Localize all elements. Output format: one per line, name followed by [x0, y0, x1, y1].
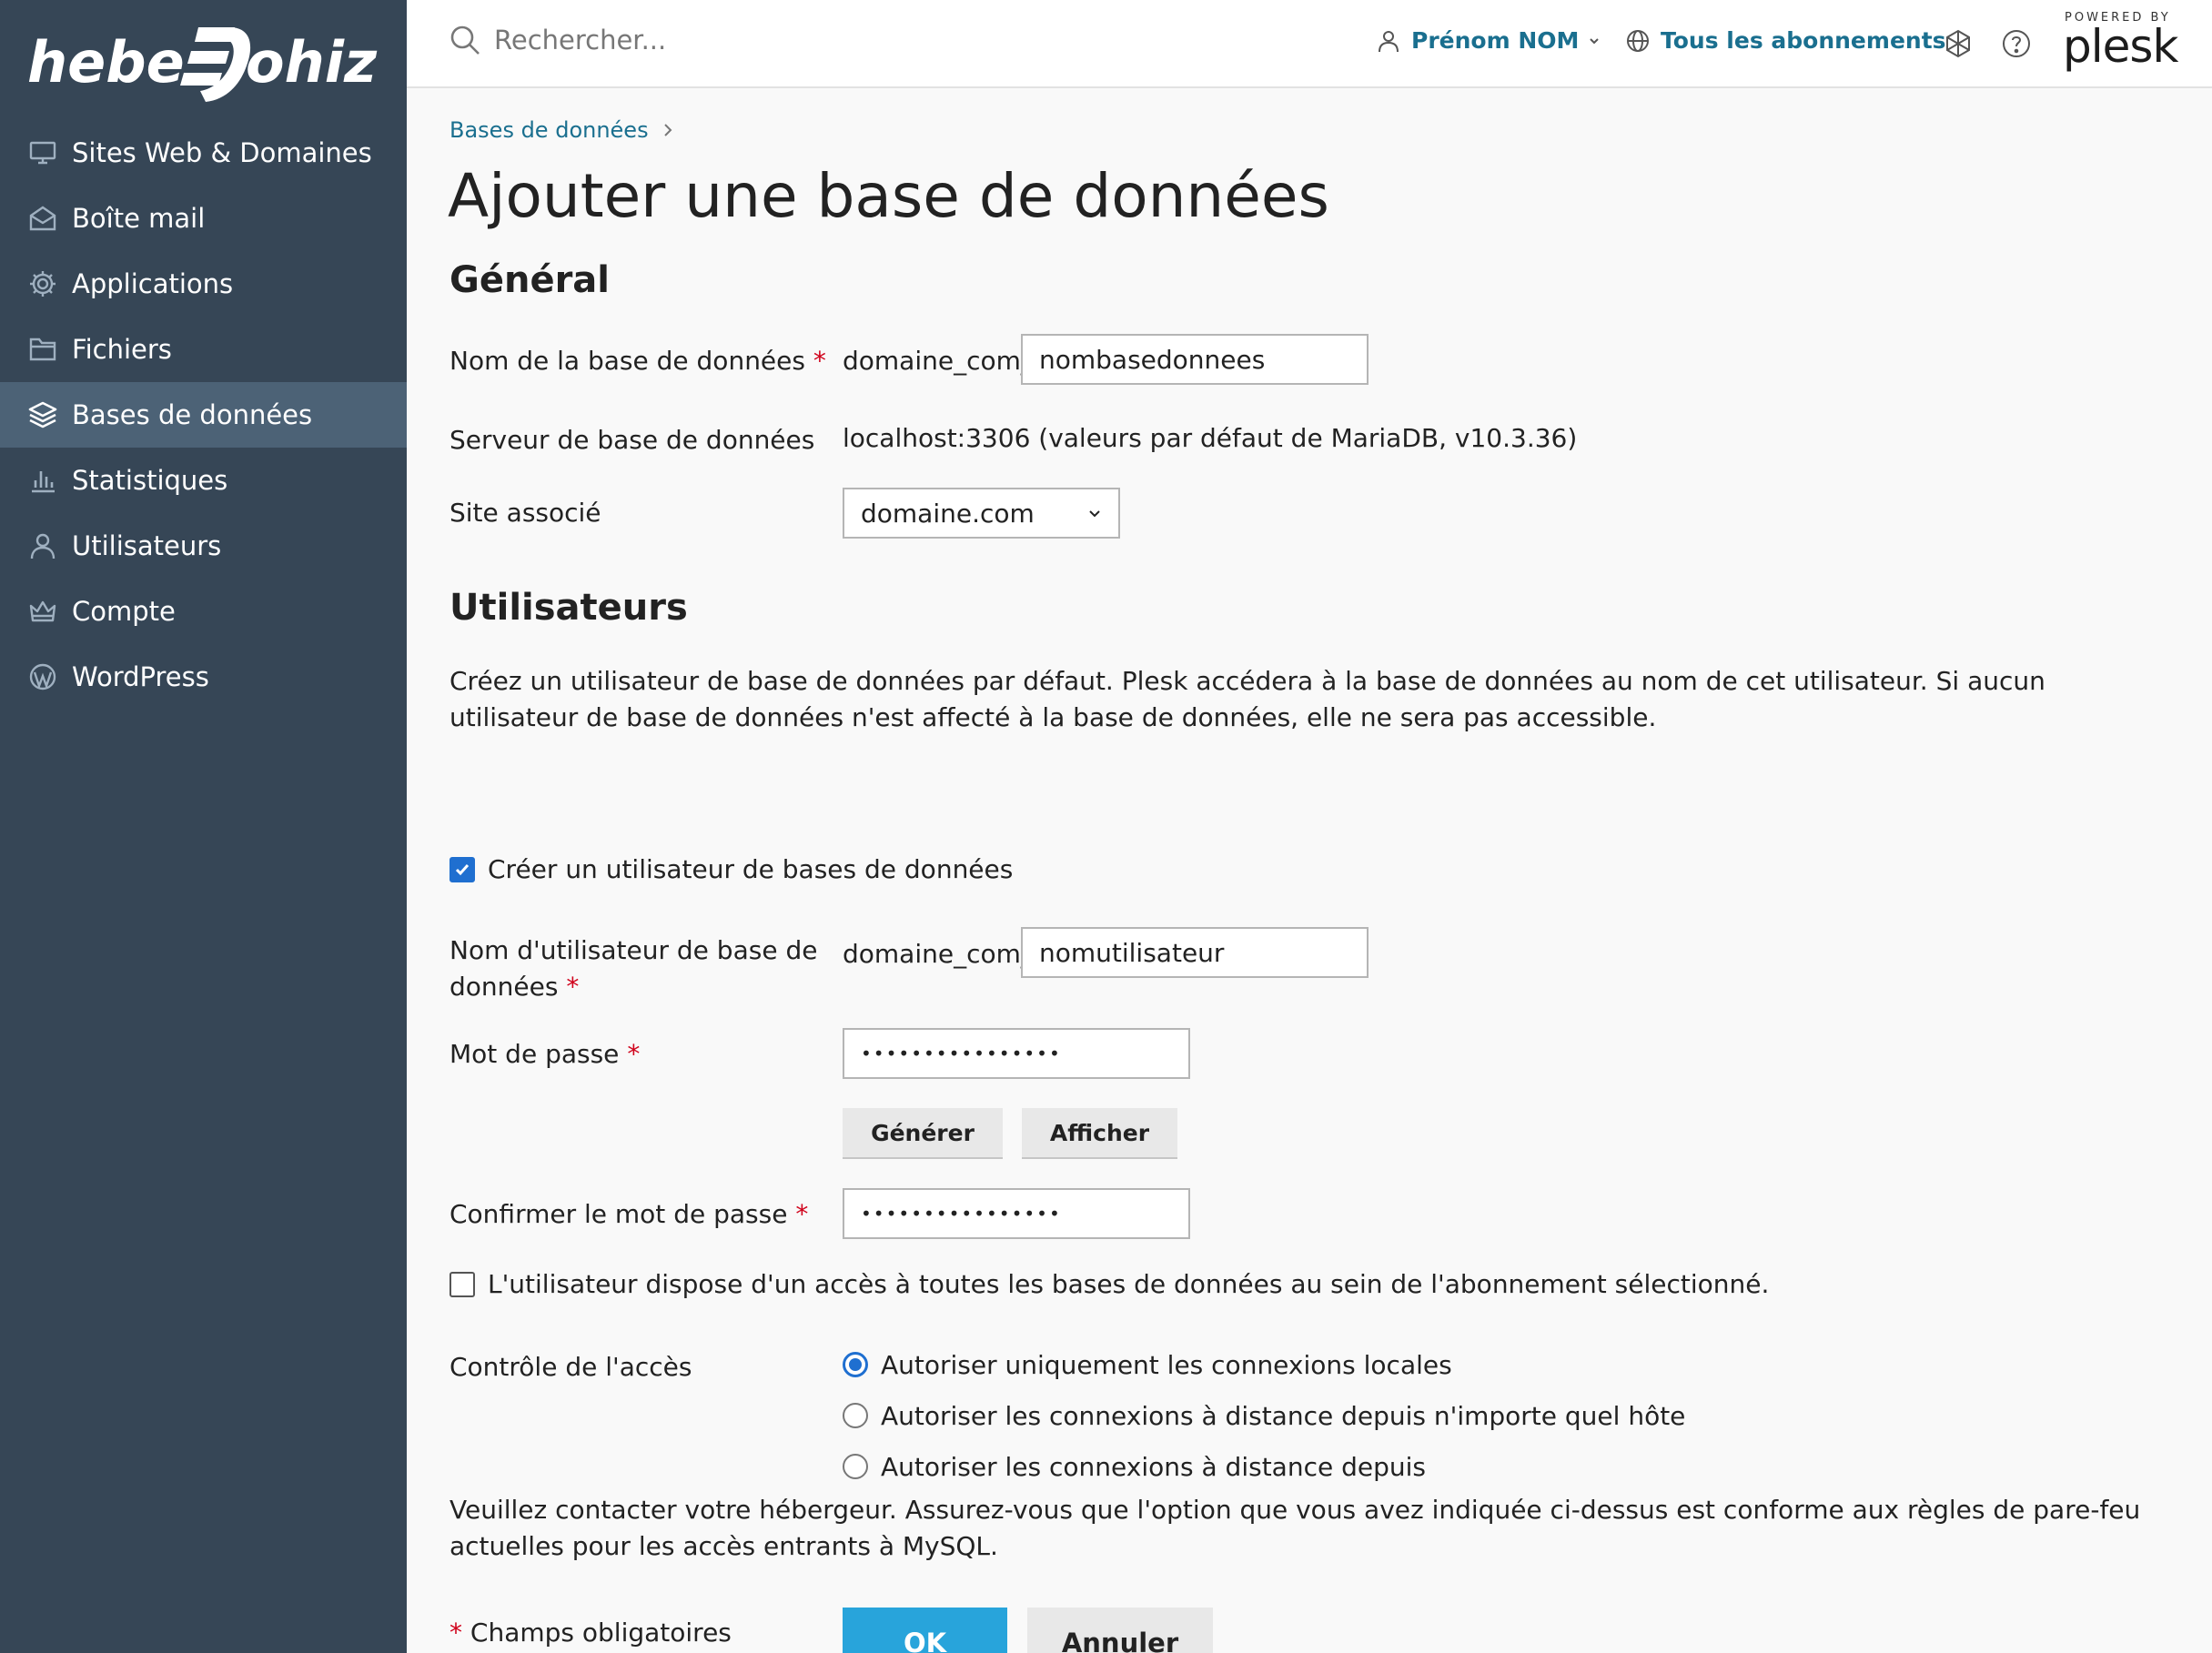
sidebar-item-fichiers[interactable]: Fichiers: [0, 317, 407, 382]
help-icon[interactable]: [2001, 28, 2032, 59]
create-user-label: Créer un utilisateur de bases de données: [488, 854, 1014, 884]
section-users-title: Utilisateurs: [449, 587, 688, 629]
globe-icon: [1627, 29, 1649, 52]
db-server-label: Serveur de base de données: [449, 425, 815, 455]
svg-text:hebe: hebe: [27, 29, 185, 96]
radio-button[interactable]: [843, 1403, 868, 1428]
users-description: Créez un utilisateur de base de données …: [449, 666, 2045, 732]
wordpress-icon: [27, 661, 58, 692]
extensions-icon[interactable]: [1943, 28, 1974, 59]
password-label: Mot de passe *: [449, 1039, 641, 1069]
checkbox-unchecked[interactable]: [449, 1271, 475, 1297]
sidebar-item-label: Compte: [72, 596, 176, 627]
plesk-brand[interactable]: POWERED BY plesk: [2063, 11, 2195, 75]
show-password-button[interactable]: Afficher: [1022, 1108, 1177, 1159]
sidebar-item-bases-de-donnees[interactable]: Bases de données: [0, 382, 407, 448]
user-icon: [1379, 30, 1399, 52]
radio-label: Autoriser les connexions à distance depu…: [881, 1400, 1686, 1431]
sidebar-item-label: Utilisateurs: [72, 530, 222, 561]
section-general-title: Général: [449, 259, 610, 301]
sidebar-nav: Sites Web & Domaines Boîte mail Applicat…: [0, 120, 407, 710]
site-select-value: domaine.com: [861, 498, 1035, 529]
sidebar-item-label: Bases de données: [72, 399, 313, 430]
mail-icon: [27, 203, 58, 234]
password-input[interactable]: [843, 1028, 1190, 1079]
chevron-down-icon: [1590, 37, 1600, 44]
radio-label: Autoriser les connexions à distance depu…: [881, 1451, 1426, 1482]
sidebar-item-applications[interactable]: Applications: [0, 251, 407, 317]
sidebar-item-label: WordPress: [72, 661, 209, 692]
db-username-prefix: domaine_com_: [843, 939, 1034, 969]
site-label: Site associé: [449, 498, 601, 528]
user-name: Prénom NOM: [1411, 27, 1580, 54]
bar-chart-icon: [27, 465, 58, 496]
sidebar-item-label: Boîte mail: [72, 203, 206, 234]
checkbox-checked[interactable]: [449, 856, 475, 882]
all-databases-access-label: L'utilisateur dispose d'un accès à toute…: [488, 1269, 1770, 1299]
search-input[interactable]: [494, 25, 1004, 55]
sidebar-item-label: Fichiers: [72, 334, 172, 365]
radio-remote-from[interactable]: Autoriser les connexions à distance depu…: [843, 1448, 1426, 1485]
sidebar-item-statistiques[interactable]: Statistiques: [0, 448, 407, 513]
subscriptions-menu[interactable]: Tous les abonnements: [1626, 27, 1946, 54]
chevron-right-icon: [663, 124, 672, 136]
layers-icon: [27, 399, 58, 430]
all-databases-access-checkbox[interactable]: L'utilisateur dispose d'un accès à toute…: [449, 1269, 1769, 1299]
gear-icon: [27, 268, 58, 299]
sidebar-item-label: Applications: [72, 268, 234, 299]
monitor-icon: [27, 137, 58, 168]
breadcrumb[interactable]: Bases de données: [449, 117, 674, 143]
sidebar-item-boite-mail[interactable]: Boîte mail: [0, 186, 407, 251]
svg-text:ohiz: ohiz: [246, 29, 378, 96]
sidebar-item-label: Statistiques: [72, 465, 228, 496]
hebergeur-logo[interactable]: hebe ohiz: [27, 18, 378, 105]
db-username-label: Nom d'utilisateur de base de données *: [449, 935, 818, 1002]
folder-icon: [27, 334, 58, 365]
top-header: Prénom NOM Tous les abonnements POWERED …: [407, 0, 2212, 88]
generate-button[interactable]: Générer: [843, 1108, 1003, 1159]
radio-label: Autoriser uniquement les connexions loca…: [881, 1349, 1452, 1380]
user-menu[interactable]: Prénom NOM: [1377, 27, 1611, 54]
sidebar-item-compte[interactable]: Compte: [0, 579, 407, 644]
page-title: Ajouter une base de données: [448, 161, 1329, 231]
sidebar-item-utilisateurs[interactable]: Utilisateurs: [0, 513, 407, 579]
confirm-password-label: Confirmer le mot de passe *: [449, 1199, 809, 1229]
radio-button-checked[interactable]: [843, 1352, 868, 1377]
sidebar-item-label: Sites Web & Domaines: [72, 137, 372, 168]
check-icon: [455, 863, 470, 875]
radio-local-only[interactable]: Autoriser uniquement les connexions loca…: [843, 1346, 1452, 1383]
db-username-input[interactable]: [1021, 927, 1369, 978]
subscriptions-label: Tous les abonnements: [1661, 27, 1946, 54]
db-name-prefix: domaine_com_: [843, 346, 1034, 376]
db-server-value: localhost:3306 (valeurs par défaut de Ma…: [843, 423, 1578, 453]
breadcrumb-link[interactable]: Bases de données: [449, 117, 649, 143]
crown-icon: [27, 596, 58, 627]
site-select[interactable]: domaine.com: [843, 488, 1120, 539]
db-name-label: Nom de la base de données *: [449, 346, 826, 376]
ok-button[interactable]: OK: [843, 1608, 1007, 1653]
search-box[interactable]: [449, 24, 1004, 56]
user-icon: [27, 530, 58, 561]
plesk-logo: plesk: [2063, 20, 2178, 73]
sidebar: hebe ohiz Sites Web & Domaines Boîte mai…: [0, 0, 407, 1653]
radio-button[interactable]: [843, 1454, 868, 1479]
confirm-password-input[interactable]: [843, 1188, 1190, 1239]
cancel-button[interactable]: Annuler: [1027, 1608, 1213, 1653]
chevron-down-icon: [1089, 510, 1100, 518]
sidebar-item-wordpress[interactable]: WordPress: [0, 644, 407, 710]
required-fields-note: * Champs obligatoires: [449, 1618, 732, 1648]
firewall-note: Veuillez contacter votre hébergeur. Assu…: [449, 1495, 2141, 1561]
radio-remote-any-host[interactable]: Autoriser les connexions à distance depu…: [843, 1397, 1685, 1434]
create-user-checkbox[interactable]: Créer un utilisateur de bases de données: [449, 854, 1013, 884]
sidebar-item-sites-web[interactable]: Sites Web & Domaines: [0, 120, 407, 186]
access-control-label: Contrôle de l'accès: [449, 1352, 692, 1382]
db-name-input[interactable]: [1021, 334, 1369, 385]
search-icon: [450, 25, 480, 55]
